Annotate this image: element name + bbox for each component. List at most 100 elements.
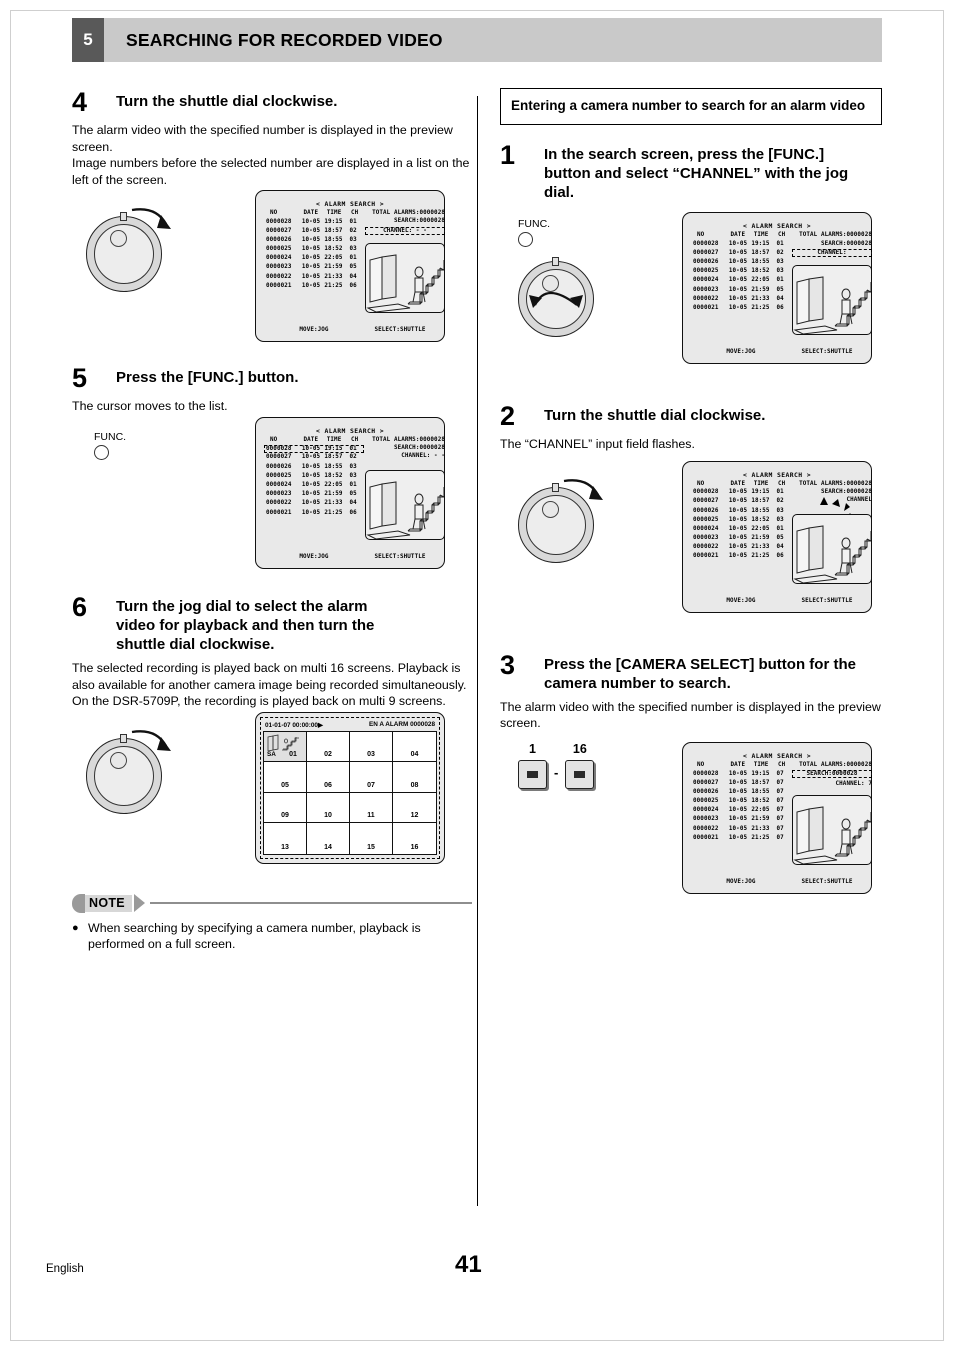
play-icon: ▶ xyxy=(317,721,323,729)
osd-cell-no: 0000021 xyxy=(266,509,292,516)
osd-cell-time: 18:57 xyxy=(751,779,770,786)
osd-channel: CHANNEL : - - xyxy=(365,453,445,459)
func-and-jog-illustration: FUNC. xyxy=(518,218,594,338)
osd-total-alarms-label: TOTAL ALARMS xyxy=(372,436,416,443)
step-5-figure: FUNC. < ALARM SEARCH > NO DATE TIME CH 0… xyxy=(72,416,472,589)
step-3-title: Press the [CAMERA SELECT] button for the… xyxy=(544,655,856,692)
osd-list-row: 0000028 10-05 19:15 07 xyxy=(691,770,791,777)
osd-list-row: 0000027 10-05 18:57 02 xyxy=(264,227,364,234)
osd-cell-time: 21:25 xyxy=(324,509,343,516)
camera-select-button-1[interactable] xyxy=(518,759,547,789)
osd-cell-time: 21:59 xyxy=(751,535,770,542)
osd-search: SEARCH :0000028 xyxy=(792,241,872,247)
osd-cell-ch: 04 xyxy=(349,273,357,280)
note-header: NOTE xyxy=(72,893,472,913)
osd-cell-no: 0000021 xyxy=(693,834,719,841)
osd-alarm-list: NO DATE TIME CH 0000028 10-05 19:15 01 00000… xyxy=(264,437,364,519)
osd-cell-time: 18:52 xyxy=(324,246,343,253)
osd-cell-time: 21:59 xyxy=(324,264,343,271)
step-3-figure: 1 - 16 < ALARM SEARCH > NO DATE TIME CH xyxy=(500,741,882,912)
osd-list-row: 0000022 10-05 21:33 04 xyxy=(264,273,364,280)
func-button-icon[interactable] xyxy=(94,444,109,460)
chapter-header: 5 SEARCHING FOR RECORDED VIDEO xyxy=(72,18,882,62)
osd-cell-ch: 01 xyxy=(349,218,357,225)
osd-cell-date: 10-05 xyxy=(728,240,748,247)
osd-total-alarms-value: :0000028 xyxy=(415,436,445,443)
osd-cell-time: 18:55 xyxy=(751,507,770,514)
osd-cell-date: 10-05 xyxy=(728,816,748,823)
osd-cell-date: 10-05 xyxy=(728,295,748,302)
osd-cell-time: 18:57 xyxy=(324,227,343,234)
camera-cell-number: 02 xyxy=(324,751,332,759)
step-5: 5 Press the [FUNC.] button. The cursor m… xyxy=(72,364,472,415)
osd-preview-image xyxy=(365,243,445,313)
camera-select-button-1-wrap: 1 xyxy=(518,742,547,789)
osd-cell-no: 0000026 xyxy=(693,788,719,795)
osd-total-alarms: TOTAL ALARMS :0000028 xyxy=(365,437,445,443)
osd-list-row: 0000021 10-05 21:25 06 xyxy=(264,282,364,289)
osd-cell-ch: 03 xyxy=(776,268,784,275)
osd-cell-no: 0000021 xyxy=(693,304,719,311)
step-2-title: Turn the shuttle dial clockwise. xyxy=(544,407,766,425)
camera-cell-number: 09 xyxy=(281,812,289,820)
osd-channel-label: CHANNEL xyxy=(835,780,862,787)
osd-cell-date: 10-05 xyxy=(728,516,748,523)
camera-cell-number: 13 xyxy=(281,843,289,851)
camera-cell-number: 04 xyxy=(410,751,419,759)
osd-list-row: 0000023 10-05 21:59 05 xyxy=(264,491,364,498)
osd-cell-ch: 07 xyxy=(776,779,784,786)
osd-footer-select: SELECT:SHUTTLE xyxy=(374,553,426,560)
osd-search: SEARCH :0000028 xyxy=(365,218,445,224)
multi-16-screen: 01-01-07 00:00:00▶ EN A ALARM 0000028 SA… xyxy=(255,711,445,864)
camera-cell: 08 xyxy=(393,762,436,793)
shuttle-dial-illustration-step2 xyxy=(518,478,603,563)
osd-cell-no: 0000026 xyxy=(266,463,292,470)
osd-fields-step3: TOTAL ALARMS :0000028 SEARCH :0000028 CH… xyxy=(792,762,872,789)
osd-cell-no: 0000025 xyxy=(693,268,719,275)
osd-cell-no: 0000023 xyxy=(266,264,292,271)
osd-cell-no: 0000027 xyxy=(266,454,292,461)
osd-list-header: NO DATE TIME CH xyxy=(264,437,364,443)
clockwise-arrow-icon xyxy=(131,208,171,229)
camera-grid: SA 01 02 03 04 05 06 07 08 09 10 11 12 13 14 15 16 xyxy=(263,730,437,855)
osd-cell-date: 10-05 xyxy=(301,282,321,289)
osd-cell-time: 21:59 xyxy=(324,491,343,498)
osd-cell-ch: 03 xyxy=(349,246,357,253)
osd-rows-container: 0000028 10-05 19:15 01 0000027 10-05 18:57 02 00… xyxy=(264,218,364,289)
osd-cell-time: 18:52 xyxy=(324,472,343,479)
osd-total-alarms: TOTAL ALARMS :0000028 xyxy=(365,210,445,216)
osd-list-row: 0000027 10-05 18:57 02 xyxy=(691,249,791,256)
right-column: Entering a camera number to search for a… xyxy=(500,88,882,912)
func-button-illustration-step5: FUNC. xyxy=(94,431,126,460)
osd-cell-no: 0000021 xyxy=(693,553,719,560)
osd-cell-date: 10-05 xyxy=(728,834,748,841)
osd-col-date: DATE xyxy=(303,436,319,443)
step-6-body-line-1: The selected recording is played back on… xyxy=(72,661,467,692)
osd-list-row: 0000024 10-05 22:05 07 xyxy=(691,807,791,814)
camera-select-button-16[interactable] xyxy=(565,759,595,789)
camera-cell: 03 xyxy=(350,731,393,763)
osd-preview-image xyxy=(792,513,872,584)
dial-knob xyxy=(110,751,127,769)
dial-knob xyxy=(542,500,559,518)
osd-cell-date: 10-05 xyxy=(301,273,321,280)
osd-cell-time: 18:57 xyxy=(751,249,770,256)
osd-cell-ch: 06 xyxy=(349,282,357,289)
osd-channel-value: : 7 xyxy=(861,780,872,787)
step-2-number: 2 xyxy=(500,401,516,432)
osd-cell-time: 18:55 xyxy=(751,259,770,266)
footer-page-number: 41 xyxy=(455,1251,482,1278)
osd-col-date: DATE xyxy=(303,210,319,216)
osd-cell-ch: 01 xyxy=(776,277,784,284)
osd-footer-select: SELECT:SHUTTLE xyxy=(801,597,853,604)
camera-cell-number: 06 xyxy=(324,781,332,789)
osd-channel: CHANNEL : 7 xyxy=(792,781,872,787)
multi-status-bar: 01-01-07 00:00:00▶ EN A ALARM 0000028 xyxy=(263,720,437,731)
osd-list-row: 0000023 10-05 21:59 05 xyxy=(691,535,791,542)
osd-cell-ch: 05 xyxy=(349,491,357,498)
osd-cell-date: 10-05 xyxy=(301,445,321,452)
osd-footer: MOVE:JOG SELECT:SHUTTLE xyxy=(264,554,436,560)
osd-cell-time: 19:15 xyxy=(324,218,343,225)
func-button-icon[interactable] xyxy=(518,232,533,248)
osd-list-row: 0000025 10-05 18:52 03 xyxy=(691,268,791,275)
